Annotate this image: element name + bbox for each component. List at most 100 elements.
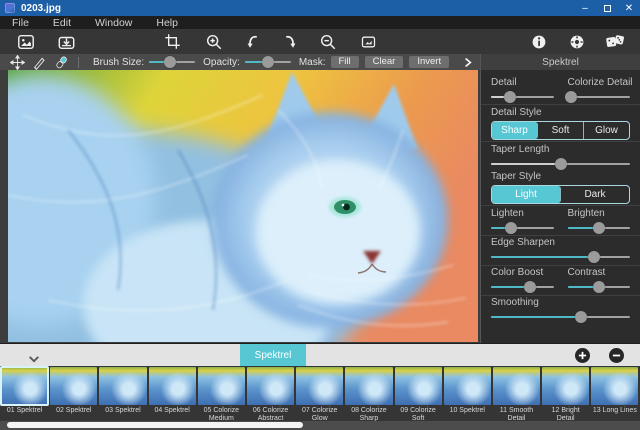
maximize-button[interactable]: [596, 0, 618, 16]
preset-thumbnail-label: 02 Spektrel: [50, 405, 97, 421]
panel-divider: [481, 265, 640, 266]
opacity-slider[interactable]: [245, 56, 291, 68]
mask-invert-button[interactable]: Invert: [409, 56, 449, 68]
detail-style-option[interactable]: Sharp: [492, 122, 538, 139]
preset-thumbnail-image: [198, 367, 245, 405]
spektrel-panel: Detail Colorize Detail Detail Style Shar…: [480, 70, 640, 343]
menu-file[interactable]: File: [12, 17, 29, 29]
horizontal-scrollbar-thumb[interactable]: [7, 422, 303, 428]
panel-divider: [481, 104, 640, 105]
preset-thumbnail[interactable]: 03 Spektrel: [98, 366, 147, 421]
color-boost-slider[interactable]: [491, 281, 554, 293]
preset-thumbnail[interactable]: 08 Colorize Sharp: [344, 366, 393, 421]
brush-options-bar: Brush Size: Opacity: Mask: Fill Clear In…: [0, 54, 480, 70]
preset-thumbnail-label: 01 Spektrel: [1, 405, 48, 421]
info-icon[interactable]: [528, 32, 550, 52]
zoom-in-icon[interactable]: [203, 32, 225, 52]
preset-thumbnail[interactable]: 11 Smooth Detail: [492, 366, 541, 421]
preset-thumbnail-label: 09 Colorize Soft: [395, 405, 442, 421]
preset-thumbnail-image: [444, 367, 491, 405]
collapse-panel-chevron-icon[interactable]: [464, 57, 472, 68]
taper-style-option[interactable]: Light: [492, 186, 561, 203]
menubar: File Edit Window Help: [0, 16, 640, 29]
contrast-slider[interactable]: [568, 281, 631, 293]
preset-thumbnail-label: 05 Colorize Medium: [198, 405, 245, 421]
preset-thumbnail-image: [1, 367, 48, 405]
fit-image-icon[interactable]: [357, 32, 379, 52]
redo-icon[interactable]: [279, 32, 301, 52]
brighten-label: Brighten: [568, 208, 631, 219]
panel-divider: [481, 295, 640, 296]
preset-thumbnail-image: [345, 367, 392, 405]
color-boost-label: Color Boost: [491, 267, 554, 278]
preset-thumbnail-image: [395, 367, 442, 405]
brush-size-label: Brush Size:: [93, 57, 144, 68]
brighten-slider[interactable]: [568, 222, 631, 234]
undo-icon[interactable]: [241, 32, 263, 52]
move-tool-icon[interactable]: [6, 54, 28, 70]
preset-thumbnail-image: [591, 367, 638, 405]
maximize-icon: [604, 5, 611, 12]
preset-thumbnail[interactable]: 02 Spektrel: [49, 366, 98, 421]
app-icon: [5, 3, 15, 13]
preset-thumbnail[interactable]: 06 Colorize Abstract: [246, 366, 295, 421]
titlebar[interactable]: 0203.jpg – ✕: [0, 0, 640, 16]
lighten-label: Lighten: [491, 208, 554, 219]
menu-edit[interactable]: Edit: [53, 17, 71, 29]
preset-thumbnail[interactable]: 05 Colorize Medium: [197, 366, 246, 421]
detail-style-option[interactable]: Soft: [538, 122, 584, 139]
preset-thumbnail[interactable]: 12 Bright Detail: [541, 366, 590, 421]
add-preset-button[interactable]: [575, 348, 590, 363]
taper-style-segmented: Light Dark: [491, 185, 630, 204]
preset-thumbnail[interactable]: 09 Colorize Soft: [394, 366, 443, 421]
preset-thumbnail-label: 04 Spektrel: [149, 405, 196, 421]
lighten-slider[interactable]: [491, 222, 554, 234]
panel-divider: [481, 205, 640, 206]
minimize-button[interactable]: –: [574, 0, 596, 16]
detail-slider[interactable]: [491, 91, 554, 103]
app-window: 0203.jpg – ✕ File Edit Window Help: [0, 0, 640, 430]
preset-thumbnail-label: 08 Colorize Sharp: [345, 405, 392, 421]
mask-clear-button[interactable]: Clear: [365, 56, 404, 68]
menu-help[interactable]: Help: [156, 17, 178, 29]
photo-icon[interactable]: [15, 32, 37, 52]
crop-icon[interactable]: [161, 32, 183, 52]
preset-thumbnail[interactable]: 07 Colorize Glow: [295, 366, 344, 421]
preset-thumbnail-label: 06 Colorize Abstract: [247, 405, 294, 421]
zoom-out-icon[interactable]: [317, 32, 339, 52]
preset-category-tab[interactable]: Spektrel: [240, 344, 306, 367]
panel-divider: [481, 235, 640, 236]
mask-label: Mask:: [299, 57, 326, 68]
randomize-icon[interactable]: [604, 32, 626, 52]
smoothing-label: Smoothing: [491, 297, 630, 308]
preset-thumbnail[interactable]: 10 Spektrel: [443, 366, 492, 421]
brush-tool-icon[interactable]: [28, 54, 50, 70]
colorize-detail-label: Colorize Detail: [568, 77, 631, 88]
preset-thumbnail-image: [296, 367, 343, 405]
colorize-detail-slider[interactable]: [568, 91, 631, 103]
preset-thumbnail[interactable]: 04 Spektrel: [148, 366, 197, 421]
edited-image-canvas[interactable]: [8, 70, 478, 342]
preset-thumbnail-image: [99, 367, 146, 405]
preset-thumbnail-image: [542, 367, 589, 405]
taper-style-option[interactable]: Dark: [561, 186, 629, 203]
remove-preset-button[interactable]: [609, 348, 624, 363]
settings-icon[interactable]: [566, 32, 588, 52]
brush-size-slider[interactable]: [149, 56, 195, 68]
menu-window[interactable]: Window: [95, 17, 132, 29]
preset-thumbnail-label: 10 Spektrel: [444, 405, 491, 421]
eraser-tool-icon[interactable]: [50, 54, 72, 70]
preset-thumbnail[interactable]: 01 Spektrel: [0, 366, 49, 421]
preset-strip: 01 Spektrel 02 Spektrel 03 Spektrel 04 S…: [0, 366, 640, 421]
close-button[interactable]: ✕: [618, 0, 640, 16]
preset-thumbnail[interactable]: 13 Long Lines: [590, 366, 639, 421]
toolbar-divider: [78, 57, 79, 68]
detail-style-option[interactable]: Glow: [584, 122, 629, 139]
mask-fill-button[interactable]: Fill: [331, 56, 359, 68]
panel-divider: [481, 141, 640, 142]
edge-sharpen-slider[interactable]: [491, 251, 630, 263]
import-image-icon[interactable]: [55, 32, 77, 52]
taper-style-label: Taper Style: [491, 171, 630, 182]
smoothing-slider[interactable]: [491, 311, 630, 323]
taper-length-slider[interactable]: [491, 158, 630, 170]
